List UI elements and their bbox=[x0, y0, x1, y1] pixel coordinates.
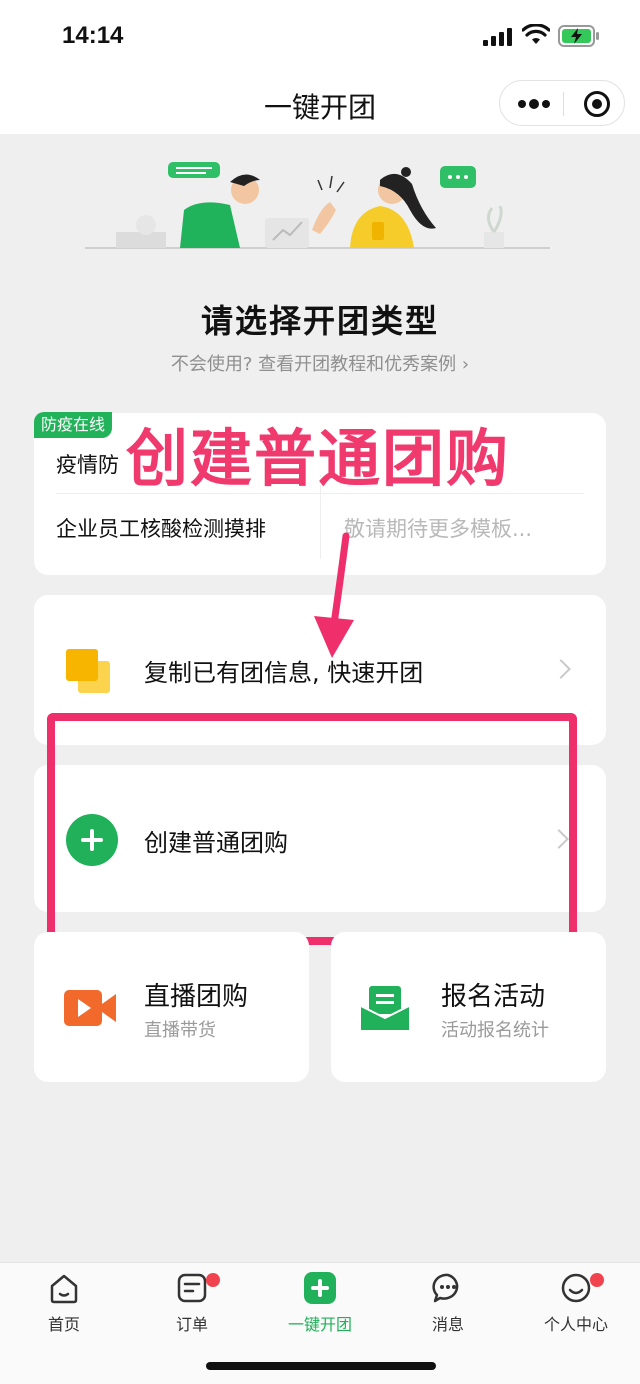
video-camera-icon bbox=[64, 990, 116, 1026]
wifi-icon bbox=[522, 24, 550, 44]
highlight-annotation-box bbox=[47, 713, 577, 945]
copy-icon bbox=[66, 649, 110, 693]
home-icon bbox=[50, 1274, 78, 1304]
chevron-right-icon bbox=[551, 659, 571, 679]
tutorial-link[interactable]: 不会使用? 查看开团教程和优秀案例 › bbox=[0, 350, 640, 376]
live-group-option[interactable]: 直播团购 直播带货 bbox=[34, 932, 309, 1082]
annotation-arrow bbox=[314, 532, 354, 658]
epidemic-badge: 防疫在线 bbox=[34, 412, 113, 438]
tab-orders-label: 订单 bbox=[175, 1315, 208, 1334]
registration-title: 报名活动 bbox=[441, 982, 546, 1012]
nav-bar: 一键开团 bbox=[0, 72, 640, 134]
mini-program-capsule bbox=[499, 80, 625, 126]
tab-home-label: 首页 bbox=[47, 1315, 80, 1334]
profile-icon bbox=[561, 1273, 591, 1303]
tab-messages[interactable]: 消息 bbox=[384, 1271, 512, 1335]
close-miniprogram-icon[interactable] bbox=[584, 91, 610, 117]
template-epidemic[interactable]: 疫情防 bbox=[56, 449, 119, 479]
live-group-title: 直播团购 bbox=[144, 982, 249, 1012]
order-icon bbox=[177, 1273, 207, 1303]
status-time: 14:14 bbox=[62, 22, 124, 49]
tab-profile-label: 个人中心 bbox=[543, 1315, 608, 1334]
template-nucleic-test[interactable]: 企业员工核酸检测摸排 bbox=[56, 513, 266, 543]
home-indicator bbox=[206, 1362, 436, 1370]
registration-envelope-icon bbox=[360, 986, 410, 1030]
registration-desc: 活动报名统计 bbox=[441, 1020, 549, 1041]
plus-icon bbox=[304, 1272, 336, 1304]
live-group-desc: 直播带货 bbox=[144, 1020, 216, 1041]
template-coming-soon: 敬请期待更多模板... bbox=[344, 517, 533, 541]
hero-illustration bbox=[85, 162, 550, 249]
message-icon bbox=[432, 1273, 459, 1303]
profile-notification-dot bbox=[590, 1273, 604, 1287]
select-type-heading: 请选择开团类型 bbox=[200, 302, 439, 340]
status-bar: 14:14 bbox=[0, 0, 640, 72]
annotation-overlay-text: 创建普通团购 bbox=[124, 421, 511, 497]
tab-orders[interactable]: 订单 bbox=[128, 1271, 256, 1335]
more-icon[interactable] bbox=[512, 91, 556, 117]
tab-create-group[interactable]: 一键开团 bbox=[256, 1271, 384, 1335]
orders-notification-dot bbox=[206, 1273, 220, 1287]
cellular-signal-icon bbox=[483, 28, 512, 46]
registration-option[interactable]: 报名活动 活动报名统计 bbox=[331, 932, 606, 1082]
tab-home[interactable]: 首页 bbox=[0, 1271, 128, 1335]
tab-messages-label: 消息 bbox=[431, 1315, 464, 1334]
copy-group-label: 复制已有团信息, 快速开团 bbox=[144, 659, 424, 687]
capsule-divider bbox=[563, 92, 564, 116]
tab-profile[interactable]: 个人中心 bbox=[512, 1271, 640, 1335]
tab-create-group-label: 一键开团 bbox=[287, 1315, 352, 1334]
battery-charging-icon bbox=[558, 25, 599, 47]
